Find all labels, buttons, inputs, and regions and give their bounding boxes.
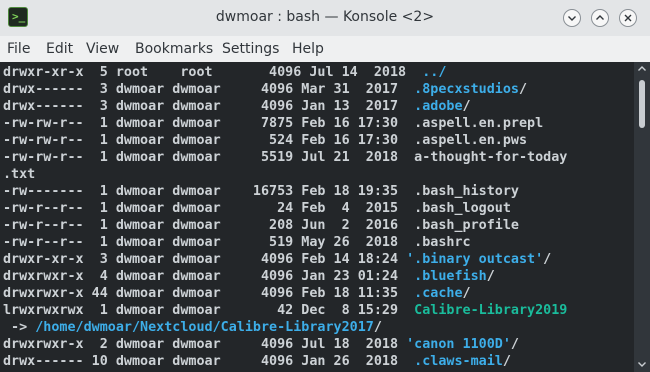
terminal-line: drwxrwxr-x 2 dwmoar dwmoar 4096 Jul 18 2… <box>3 337 633 354</box>
directory-name: .bluefish <box>414 269 487 284</box>
terminal-text: drwx------ 3 dwmoar dwmoar 4096 Mar 31 2… <box>3 82 415 97</box>
terminal-scrollbar[interactable] <box>634 62 650 372</box>
chevron-up-icon <box>596 15 604 20</box>
terminal-line: -rw-rw-r-- 1 dwmoar dwmoar 524 Feb 16 17… <box>3 133 633 150</box>
minimize-button[interactable] <box>563 9 581 27</box>
terminal-text: / <box>373 320 382 335</box>
terminal-text: .txt <box>3 167 36 182</box>
terminal-line: -> /home/dwmoar/Nextcloud/Calibre-Librar… <box>3 320 633 337</box>
terminal-line: drwxrwxr-x 44 dwmoar dwmoar 4096 Feb 18 … <box>3 286 633 303</box>
terminal-line: .txt <box>3 167 633 184</box>
terminal-text: -rw-r--r-- 1 dwmoar dwmoar 519 May 26 20… <box>3 235 471 250</box>
terminal-line: lrwxrwxrwx 1 dwmoar dwmoar 42 Dec 8 15:2… <box>3 303 633 320</box>
terminal-line: -rw-rw-r-- 1 dwmoar dwmoar 7875 Feb 16 1… <box>3 116 633 133</box>
terminal-text: drwx------ 3 dwmoar dwmoar 4096 Jan 13 2… <box>3 99 415 114</box>
directory-name: .cache <box>414 286 463 301</box>
terminal-text: / <box>502 354 511 369</box>
terminal-text: drwxrwxr-x 44 dwmoar dwmoar 4096 Feb 18 … <box>3 286 415 301</box>
terminal-text: -rw-rw-r-- 1 dwmoar dwmoar 7875 Feb 16 1… <box>3 116 544 131</box>
terminal-text: / <box>462 99 471 114</box>
konsole-window: >_ dwmoar : bash — Konsole <2> File Edit… <box>0 0 650 372</box>
scroll-up-icon[interactable] <box>637 64 647 74</box>
terminal-line: -rw-rw-r-- 1 dwmoar dwmoar 5519 Jul 21 2… <box>3 150 633 167</box>
scroll-down-icon[interactable] <box>637 359 647 369</box>
directory-name: '.binary outcast' <box>406 252 544 267</box>
menu-bookmarks[interactable]: Bookmarks <box>135 41 213 57</box>
directory-name: 'canon 1100D' <box>406 337 511 352</box>
terminal-line: drwxrwxr-x 4 dwmoar dwmoar 4096 Jan 23 0… <box>3 269 633 286</box>
terminal-text: drwxr-xr-x 5 root root 4096 Jul 14 2018 <box>3 65 423 80</box>
directory-name: .8pecxstudios <box>414 82 519 97</box>
terminal-line: drwx------ 3 dwmoar dwmoar 4096 Mar 31 2… <box>3 82 633 99</box>
terminal-text: -rw-r--r-- 1 dwmoar dwmoar 24 Feb 4 2015… <box>3 201 511 216</box>
close-button[interactable] <box>619 9 637 27</box>
terminal-line: drwxr-xr-x 3 dwmoar dwmoar 4096 Feb 14 1… <box>3 252 633 269</box>
terminal-line: -rw-r--r-- 1 dwmoar dwmoar 208 Jun 2 201… <box>3 218 633 235</box>
maximize-button[interactable] <box>591 9 609 27</box>
terminal-text: drwxr-xr-x 3 dwmoar dwmoar 4096 Feb 14 1… <box>3 252 407 267</box>
terminal-text: / <box>543 252 552 267</box>
terminal-text: drwxrwxr-x 4 dwmoar dwmoar 4096 Jan 23 0… <box>3 269 415 284</box>
terminal-text: -rw-rw-r-- 1 dwmoar dwmoar 5519 Jul 21 2… <box>3 150 568 165</box>
terminal-line: drwxr-xr-x 5 root root 4096 Jul 14 2018 … <box>3 65 633 82</box>
terminal-text: drwx------ 10 dwmoar dwmoar 4096 Jan 26 … <box>3 354 415 369</box>
terminal-line: -rw------- 1 dwmoar dwmoar 16753 Feb 18 … <box>3 184 633 201</box>
terminal-text: / <box>462 286 471 301</box>
terminal-line: -rw-r--r-- 1 dwmoar dwmoar 24 Feb 4 2015… <box>3 201 633 218</box>
directory-name: ../ <box>422 65 447 80</box>
terminal-line: drwx------ 3 dwmoar dwmoar 4096 Jan 13 2… <box>3 99 633 116</box>
menu-edit[interactable]: Edit <box>46 41 73 57</box>
menu-settings[interactable]: Settings <box>222 41 279 57</box>
directory-name: /home/dwmoar/Nextcloud/Calibre-Library20… <box>35 320 374 335</box>
terminal-text: / <box>486 269 495 284</box>
terminal-line: drwx------ 10 dwmoar dwmoar 4096 Jan 26 … <box>3 354 633 371</box>
directory-name: .adobe <box>414 99 463 114</box>
window-title: dwmoar : bash — Konsole <2> <box>215 9 435 25</box>
terminal-text: lrwxrwxrwx 1 dwmoar dwmoar 42 Dec 8 15:2… <box>3 303 415 318</box>
terminal-line: -rw-r--r-- 1 dwmoar dwmoar 519 May 26 20… <box>3 235 633 252</box>
menu-bar: File Edit View Bookmarks Settings Help <box>0 36 650 62</box>
terminal-text: -rw-r--r-- 1 dwmoar dwmoar 208 Jun 2 201… <box>3 218 519 233</box>
terminal-text: / <box>510 337 519 352</box>
terminal-text: -> <box>3 320 36 335</box>
menu-view[interactable]: View <box>86 41 119 57</box>
close-icon <box>624 14 632 22</box>
menu-file[interactable]: File <box>7 41 30 57</box>
chevron-down-icon <box>568 16 576 21</box>
terminal-output[interactable]: drwxr-xr-x 5 root root 4096 Jul 14 2018 … <box>0 62 650 372</box>
terminal-text: / <box>518 82 528 97</box>
scroll-thumb[interactable] <box>639 80 645 128</box>
terminal-text: -rw-rw-r-- 1 dwmoar dwmoar 524 Feb 16 17… <box>3 133 528 148</box>
menu-help[interactable]: Help <box>292 41 324 57</box>
title-bar[interactable]: >_ dwmoar : bash — Konsole <2> <box>0 0 650 36</box>
terminal-text: -rw------- 1 dwmoar dwmoar 16753 Feb 18 … <box>3 184 519 199</box>
symlink-name: Calibre-Library2019 <box>414 303 568 318</box>
terminal-text: drwxrwxr-x 2 dwmoar dwmoar 4096 Jul 18 2… <box>3 337 407 352</box>
directory-name: .claws-mail <box>414 354 503 369</box>
terminal-lines: drwxr-xr-x 5 root root 4096 Jul 14 2018 … <box>3 65 633 371</box>
